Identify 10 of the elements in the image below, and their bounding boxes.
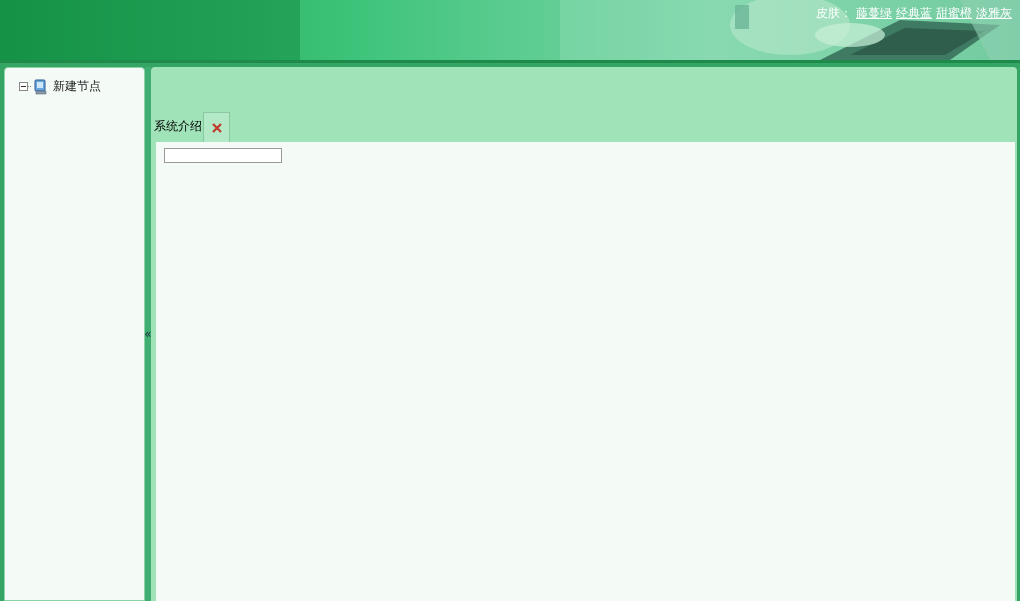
close-icon xyxy=(211,122,222,133)
input-field[interactable] xyxy=(164,148,282,163)
collapse-toggle[interactable]: « xyxy=(144,328,152,340)
tab[interactable]: 系统介绍 xyxy=(154,118,203,142)
close-button[interactable] xyxy=(203,112,230,142)
splitter-bar[interactable]: « xyxy=(145,67,151,601)
tree-node[interactable]: 新建节点 xyxy=(50,78,101,95)
skin-label: 皮肤： xyxy=(816,5,852,22)
collapse-icon[interactable] xyxy=(19,82,32,91)
computer-icon xyxy=(34,78,48,95)
